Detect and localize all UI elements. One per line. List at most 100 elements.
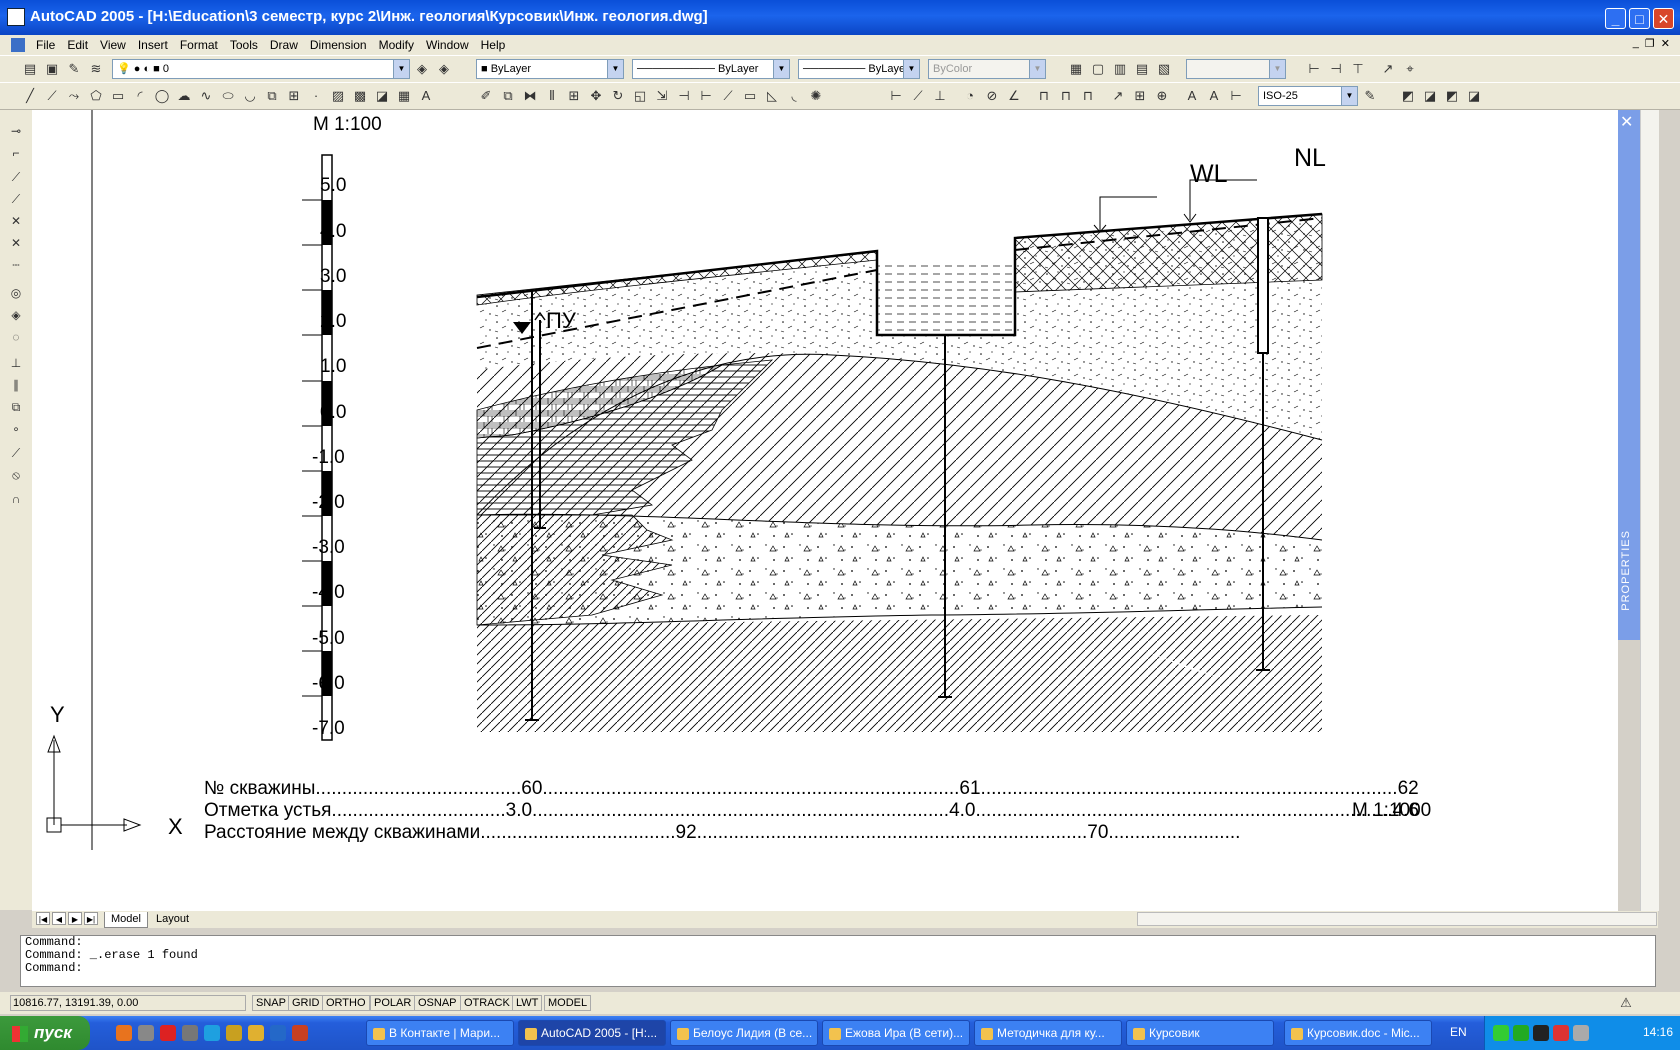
dim-ordinate-icon[interactable]: ⊥: [932, 88, 948, 104]
clip-viewport-icon[interactable]: ▤: [1134, 61, 1150, 77]
app-quicklaunch-icon[interactable]: [226, 1025, 242, 1041]
chevron-down-icon[interactable]: ▼: [1029, 60, 1045, 78]
move-icon[interactable]: ✥: [588, 88, 604, 104]
menu-window[interactable]: Window: [420, 37, 475, 53]
viewport-icon[interactable]: ▦: [1068, 61, 1084, 77]
single-viewport-icon[interactable]: ▢: [1090, 61, 1106, 77]
dim-continue2-icon[interactable]: ⊓: [1080, 88, 1096, 104]
menu-dimension[interactable]: Dimension: [304, 37, 373, 53]
rotate-icon[interactable]: ↻: [610, 88, 626, 104]
spline-icon[interactable]: ∿: [198, 88, 214, 104]
dim-linear2-icon[interactable]: ⊢: [888, 88, 904, 104]
vertical-scrollbar[interactable]: [1640, 110, 1659, 911]
array-icon[interactable]: ⊞: [566, 88, 582, 104]
explode-icon[interactable]: ✺: [808, 88, 824, 104]
menu-format[interactable]: Format: [174, 37, 224, 53]
taskbar-item[interactable]: Методичка для ку...: [974, 1020, 1122, 1046]
doc-close-button[interactable]: ✕: [1661, 37, 1670, 50]
join-icon[interactable]: ▭: [742, 88, 758, 104]
doc-minimize-button[interactable]: _: [1633, 37, 1639, 50]
close-icon[interactable]: ✕: [1620, 112, 1633, 132]
viewport-scale-combo[interactable]: ▼: [1186, 59, 1286, 79]
line-icon[interactable]: ╱: [22, 88, 38, 104]
chevron-down-icon[interactable]: ▼: [393, 60, 409, 78]
copy-icon[interactable]: ⧉: [500, 88, 516, 104]
dim-linear-icon[interactable]: ⊢: [1306, 61, 1322, 77]
ellipse-arc-icon[interactable]: ◡: [242, 88, 258, 104]
drawing-canvas[interactable]: M 1:100 M 1:1000 5.0 4.0 3.0 2.0 1.0 0.0…: [32, 110, 1618, 911]
prev-tab-button[interactable]: ◀: [52, 912, 66, 925]
dim-edit-icon[interactable]: A: [1184, 88, 1200, 104]
region-icon[interactable]: ◪: [374, 88, 390, 104]
scale-icon[interactable]: ◱: [632, 88, 648, 104]
menu-help[interactable]: Help: [475, 37, 512, 53]
document-icon[interactable]: [11, 38, 25, 52]
snap-extension-icon[interactable]: ┄: [8, 258, 24, 274]
doc-restore-button[interactable]: ❐: [1645, 37, 1655, 50]
taskbar-item[interactable]: Белоус Лидия (В се...: [670, 1020, 818, 1046]
dim-update-icon[interactable]: ⊢: [1228, 88, 1244, 104]
draw-order-above-icon[interactable]: ◩: [1444, 88, 1460, 104]
layer-previous-icon[interactable]: ◈: [436, 61, 452, 77]
coordinates-display[interactable]: 10816.77, 13191.39, 0.00: [10, 995, 246, 1011]
polygonal-viewport-icon[interactable]: ▥: [1112, 61, 1128, 77]
dim-continue-icon[interactable]: ⊤: [1350, 61, 1366, 77]
leader-icon[interactable]: ↗: [1380, 61, 1396, 77]
horizontal-scrollbar[interactable]: [1137, 912, 1657, 926]
chevron-down-icon[interactable]: ▼: [607, 60, 623, 78]
chevron-down-icon[interactable]: ▼: [1269, 60, 1285, 78]
autocad-app-icon[interactable]: [7, 8, 25, 26]
arc-icon[interactable]: ◜: [132, 88, 148, 104]
taskbar-item[interactable]: Ежова Ира (В сети)...: [822, 1020, 970, 1046]
extend-icon[interactable]: ⊢: [698, 88, 714, 104]
fillet-icon[interactable]: ◟: [786, 88, 802, 104]
menu-view[interactable]: View: [94, 37, 132, 53]
tray-app-icon[interactable]: [1493, 1025, 1509, 1041]
menu-draw[interactable]: Draw: [264, 37, 304, 53]
draw-order-front-icon[interactable]: ◩: [1400, 88, 1416, 104]
table-icon[interactable]: ▦: [396, 88, 412, 104]
chevron-down-icon[interactable]: ▼: [903, 60, 919, 78]
tolerance-icon[interactable]: ⌖: [1402, 61, 1418, 77]
break-icon[interactable]: ⟋: [720, 88, 736, 104]
temporary-tracking-icon[interactable]: ⊸: [8, 124, 24, 140]
snap-toggle[interactable]: SNAP: [252, 995, 290, 1011]
hatch-icon[interactable]: ▨: [330, 88, 346, 104]
rectangle-icon[interactable]: ▭: [110, 88, 126, 104]
tray-app-icon[interactable]: [1533, 1025, 1549, 1041]
viewport-scale-icon[interactable]: ▧: [1156, 61, 1172, 77]
chamfer-icon[interactable]: ◺: [764, 88, 780, 104]
taskbar-item[interactable]: В Контакте | Мари...: [366, 1020, 514, 1046]
command-window[interactable]: Command: Command: _.erase 1 found Comman…: [20, 935, 1656, 987]
osnap-toggle[interactable]: OSNAP: [414, 995, 461, 1011]
language-indicator[interactable]: EN: [1450, 1025, 1467, 1039]
menu-insert[interactable]: Insert: [132, 37, 174, 53]
linetype-combo[interactable]: ────────── ByLayer ▼: [632, 59, 790, 79]
erase-icon[interactable]: ✐: [478, 88, 494, 104]
construction-line-icon[interactable]: ⟋: [44, 88, 60, 104]
ortho-toggle[interactable]: ORTHO: [322, 995, 370, 1011]
ellipse-icon[interactable]: ⬭: [220, 88, 236, 104]
draw-order-under-icon[interactable]: ◪: [1466, 88, 1482, 104]
close-button[interactable]: ✕: [1653, 8, 1674, 29]
tab-model[interactable]: Model: [104, 912, 148, 928]
dim-aligned-icon[interactable]: ⟋: [910, 88, 926, 104]
stretch-icon[interactable]: ⇲: [654, 88, 670, 104]
menu-file[interactable]: File: [30, 37, 61, 53]
insert-block-icon[interactable]: ⧉: [264, 88, 280, 104]
offset-icon[interactable]: ⫴: [544, 88, 560, 104]
menu-tools[interactable]: Tools: [224, 37, 264, 53]
plotstyle-combo[interactable]: ByColor ▼: [928, 59, 1046, 79]
opera-icon[interactable]: [160, 1025, 176, 1041]
snap-from-icon[interactable]: ⌐: [8, 146, 24, 162]
quick-leader-icon[interactable]: ↗: [1110, 88, 1126, 104]
snap-center-icon[interactable]: ◎: [8, 286, 24, 302]
chevron-down-icon[interactable]: ▼: [1341, 87, 1357, 105]
start-button[interactable]: пуск: [0, 1016, 90, 1050]
taskbar-item[interactable]: AutoCAD 2005 - [H:...: [518, 1020, 666, 1046]
communication-center-icon[interactable]: ⚠: [1618, 995, 1634, 1011]
app-quicklaunch-icon[interactable]: [138, 1025, 154, 1041]
last-tab-button[interactable]: ▶|: [84, 912, 98, 925]
snap-quadrant-icon[interactable]: ◈: [8, 308, 24, 324]
new-icon[interactable]: ▤: [22, 61, 38, 77]
